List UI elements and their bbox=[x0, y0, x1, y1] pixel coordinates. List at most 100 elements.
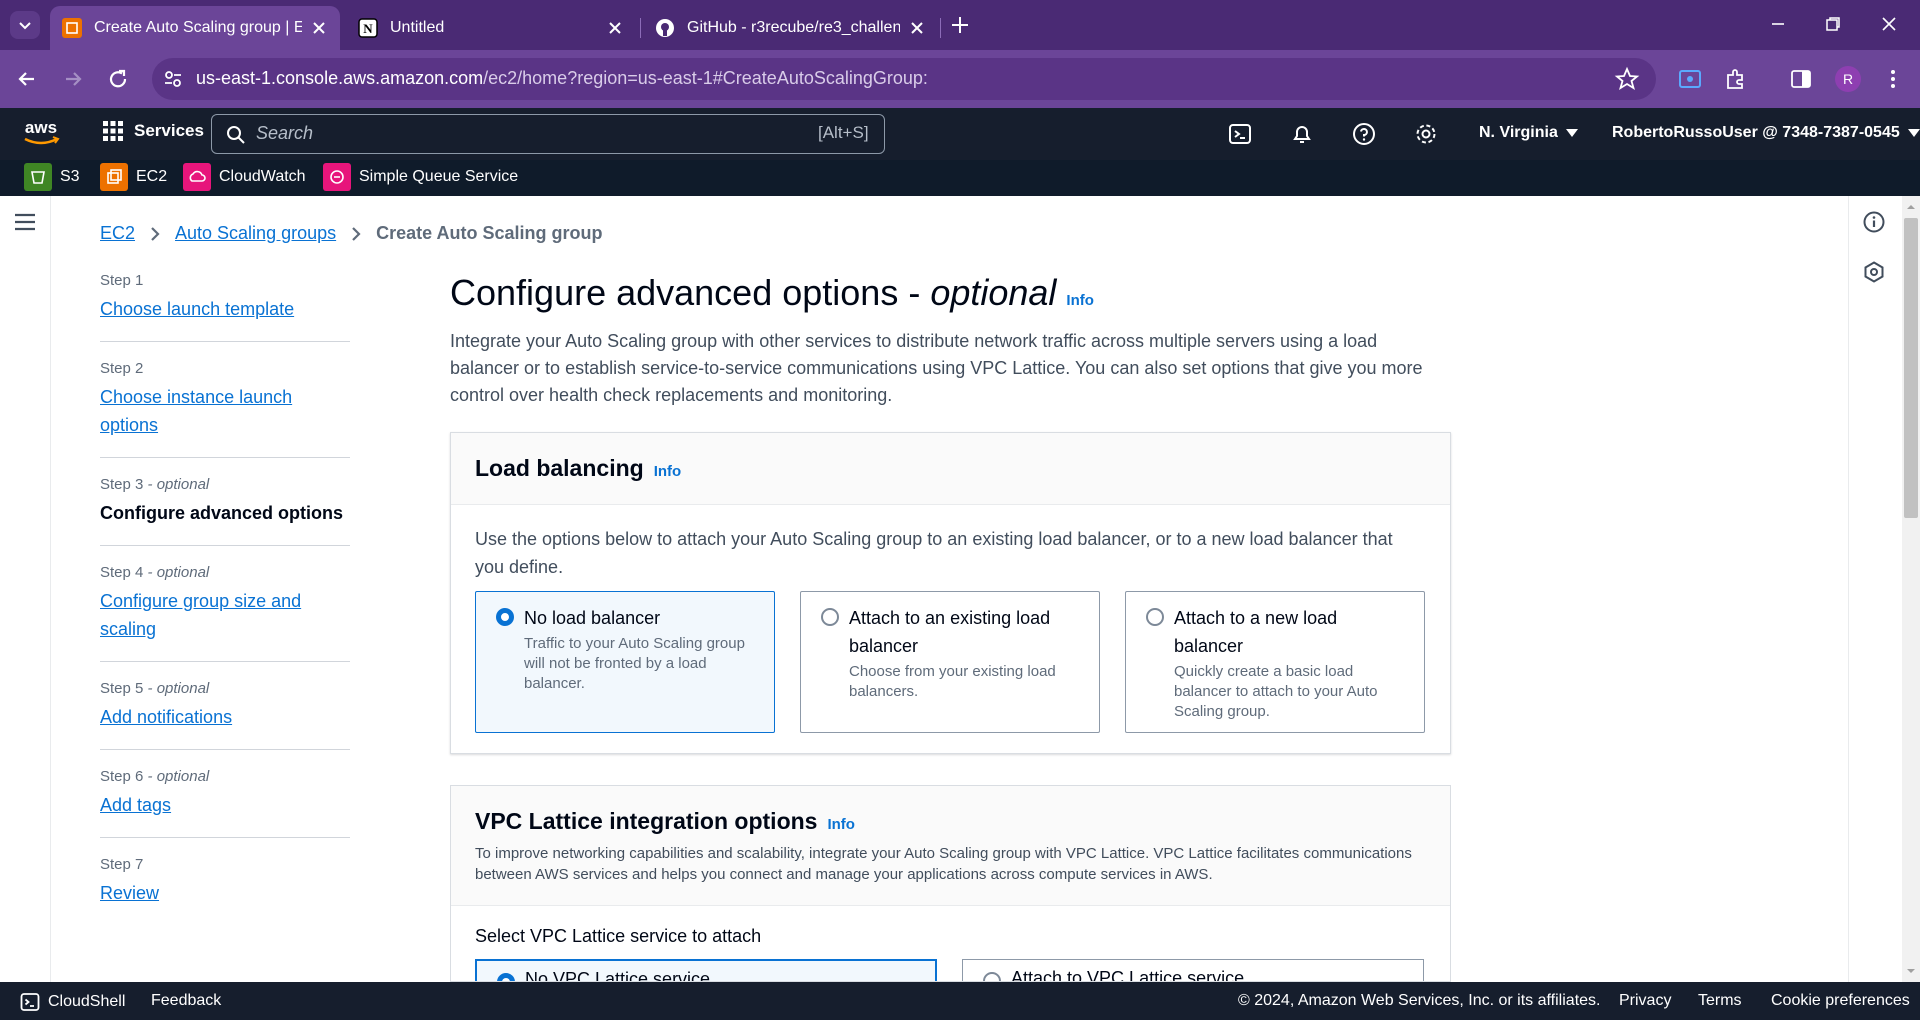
page-title-optional: optional bbox=[930, 272, 1057, 313]
profile-avatar[interactable]: R bbox=[1835, 66, 1861, 92]
grid-icon bbox=[103, 121, 123, 141]
restore-icon[interactable] bbox=[1821, 12, 1845, 36]
services-menu-button[interactable]: Services bbox=[102, 120, 204, 142]
close-tab-icon[interactable] bbox=[908, 19, 926, 37]
cloudshell-icon bbox=[20, 993, 40, 1011]
footer-privacy[interactable]: Privacy bbox=[1619, 992, 1671, 1010]
step-optional-text: - optional bbox=[143, 680, 210, 697]
close-tab-icon[interactable] bbox=[310, 19, 328, 37]
radio-selected[interactable] bbox=[496, 608, 514, 626]
radio-selected[interactable] bbox=[497, 973, 515, 981]
settings-gear-icon[interactable] bbox=[1414, 122, 1438, 146]
scrollbar-thumb[interactable] bbox=[1904, 218, 1918, 518]
caret-down-icon bbox=[1565, 129, 1578, 137]
svg-text:N: N bbox=[363, 21, 373, 36]
extensions-puzzle-icon[interactable] bbox=[1723, 66, 1749, 92]
footer-terms[interactable]: Terms bbox=[1698, 992, 1742, 1010]
browser-tab-aws[interactable]: Create Auto Scaling group | EC2 bbox=[50, 6, 340, 50]
step-number-text: Step 3 bbox=[100, 476, 144, 493]
url-host: us-east-1.console.aws.amazon.com bbox=[196, 68, 484, 88]
container-header: Load balancing Info bbox=[451, 433, 1450, 505]
sqs-icon bbox=[323, 163, 351, 191]
step-number-text: Step 1 bbox=[100, 272, 144, 289]
step-number-text: Step 4 bbox=[100, 564, 144, 581]
notifications-bell-icon[interactable] bbox=[1290, 122, 1314, 146]
page-title: Configure advanced options - optional In… bbox=[450, 272, 1450, 314]
side-panel-icon[interactable] bbox=[1788, 66, 1814, 92]
reload-icon[interactable] bbox=[105, 66, 131, 92]
footer-cloudshell[interactable]: CloudShell bbox=[20, 992, 125, 1012]
breadcrumb-auto-scaling-groups[interactable]: Auto Scaling groups bbox=[175, 223, 336, 244]
wizard-step-4: Step 4 - optional Configure group size a… bbox=[100, 564, 350, 662]
step-link-configure-group-size[interactable]: Configure group size and scaling bbox=[100, 587, 350, 643]
ec2-icon bbox=[100, 163, 128, 191]
option-attach-vpc-lattice-service[interactable]: Attach to VPC Lattice service bbox=[962, 959, 1424, 981]
step-number: Step 3 - optional bbox=[100, 476, 350, 493]
vpc-lattice-select-label: Select VPC Lattice service to attach bbox=[475, 926, 762, 946]
footer-cookie-preferences[interactable]: Cookie preferences bbox=[1771, 992, 1910, 1010]
radio-unselected[interactable] bbox=[821, 608, 839, 626]
breadcrumb-current: Create Auto Scaling group bbox=[376, 223, 603, 243]
wizard-step-3: Step 3 - optional Configure advanced opt… bbox=[100, 476, 350, 546]
container-title: VPC Lattice integration options Info bbox=[475, 808, 1426, 835]
resources-hexagon-icon[interactable] bbox=[1862, 260, 1886, 284]
bookmark-star-icon[interactable] bbox=[1614, 66, 1640, 92]
step-link-choose-launch-template[interactable]: Choose launch template bbox=[100, 295, 350, 323]
step-link-add-tags[interactable]: Add tags bbox=[100, 791, 350, 819]
favorite-ec2[interactable]: EC2 bbox=[100, 163, 167, 191]
load-balancer-options: No load balancer Traffic to your Auto Sc… bbox=[475, 591, 1426, 733]
step-current-configure-advanced-options: Configure advanced options bbox=[100, 503, 344, 523]
tab-search-button[interactable] bbox=[10, 11, 40, 39]
radio-unselected[interactable] bbox=[983, 972, 1001, 981]
step-number: Step 4 - optional bbox=[100, 564, 350, 581]
info-panel-icon[interactable] bbox=[1862, 210, 1886, 234]
browser-tab-github[interactable]: GitHub - r3recube/re3_challeng bbox=[643, 6, 938, 50]
browser-menu-icon[interactable] bbox=[1880, 66, 1906, 92]
menu-hamburger-icon[interactable] bbox=[12, 210, 38, 234]
close-window-icon[interactable] bbox=[1877, 12, 1901, 36]
option-no-load-balancer[interactable]: No load balancer Traffic to your Auto Sc… bbox=[475, 591, 775, 733]
back-arrow-icon[interactable] bbox=[14, 66, 40, 92]
favorite-cloudwatch[interactable]: CloudWatch bbox=[183, 163, 306, 191]
favorite-sqs[interactable]: Simple Queue Service bbox=[323, 163, 518, 191]
breadcrumb-ec2[interactable]: EC2 bbox=[100, 223, 135, 244]
scroll-down-icon[interactable] bbox=[1906, 966, 1916, 976]
favorite-label: EC2 bbox=[136, 168, 168, 185]
chevron-down-icon bbox=[19, 22, 31, 30]
tab-separator bbox=[640, 18, 641, 38]
info-link[interactable]: Info bbox=[827, 816, 855, 833]
scroll-up-icon[interactable] bbox=[1906, 202, 1916, 212]
site-info-icon[interactable] bbox=[162, 68, 184, 90]
favorite-s3[interactable]: S3 bbox=[24, 163, 80, 191]
tools-rail bbox=[1848, 196, 1902, 982]
forward-arrow-icon[interactable] bbox=[60, 66, 86, 92]
screen-capture-extension-icon[interactable] bbox=[1677, 66, 1703, 92]
region-selector[interactable]: N. Virginia bbox=[1479, 124, 1578, 142]
url-text[interactable]: us-east-1.console.aws.amazon.com/ec2/hom… bbox=[196, 68, 928, 89]
option-no-vpc-lattice-service[interactable]: No VPC Lattice service bbox=[475, 959, 937, 981]
step-number: Step 1 bbox=[100, 272, 350, 289]
step-link-review[interactable]: Review bbox=[100, 879, 350, 907]
cloudshell-icon[interactable] bbox=[1228, 122, 1252, 146]
chevron-right-icon bbox=[151, 226, 160, 241]
close-tab-icon[interactable] bbox=[606, 19, 624, 37]
wizard-step-7: Step 7 Review bbox=[100, 856, 350, 925]
account-menu[interactable]: RobertoRussoUser @ 7348-7387-0545 bbox=[1612, 124, 1920, 142]
tab-title: Create Auto Scaling group | EC2 bbox=[94, 19, 302, 36]
step-optional-text: - optional bbox=[143, 564, 210, 581]
step-link-add-notifications[interactable]: Add notifications bbox=[100, 703, 350, 731]
radio-unselected[interactable] bbox=[1146, 608, 1164, 626]
footer-feedback[interactable]: Feedback bbox=[151, 992, 221, 1010]
info-link[interactable]: Info bbox=[654, 463, 682, 480]
vpc-lattice-title: VPC Lattice integration options bbox=[475, 808, 818, 834]
aws-logo[interactable]: aws bbox=[20, 118, 62, 148]
option-existing-load-balancer[interactable]: Attach to an existing load balancer Choo… bbox=[800, 591, 1100, 733]
browser-tab-notion[interactable]: N Untitled bbox=[346, 6, 636, 50]
option-new-load-balancer[interactable]: Attach to a new load balancer Quickly cr… bbox=[1125, 591, 1425, 733]
step-link-choose-instance-launch-options[interactable]: Choose instance launch options bbox=[100, 383, 350, 439]
github-favicon-icon bbox=[656, 19, 674, 37]
info-link[interactable]: Info bbox=[1066, 292, 1094, 309]
help-icon[interactable] bbox=[1352, 122, 1376, 146]
new-tab-icon[interactable] bbox=[948, 13, 972, 37]
minimize-icon[interactable] bbox=[1766, 12, 1790, 36]
